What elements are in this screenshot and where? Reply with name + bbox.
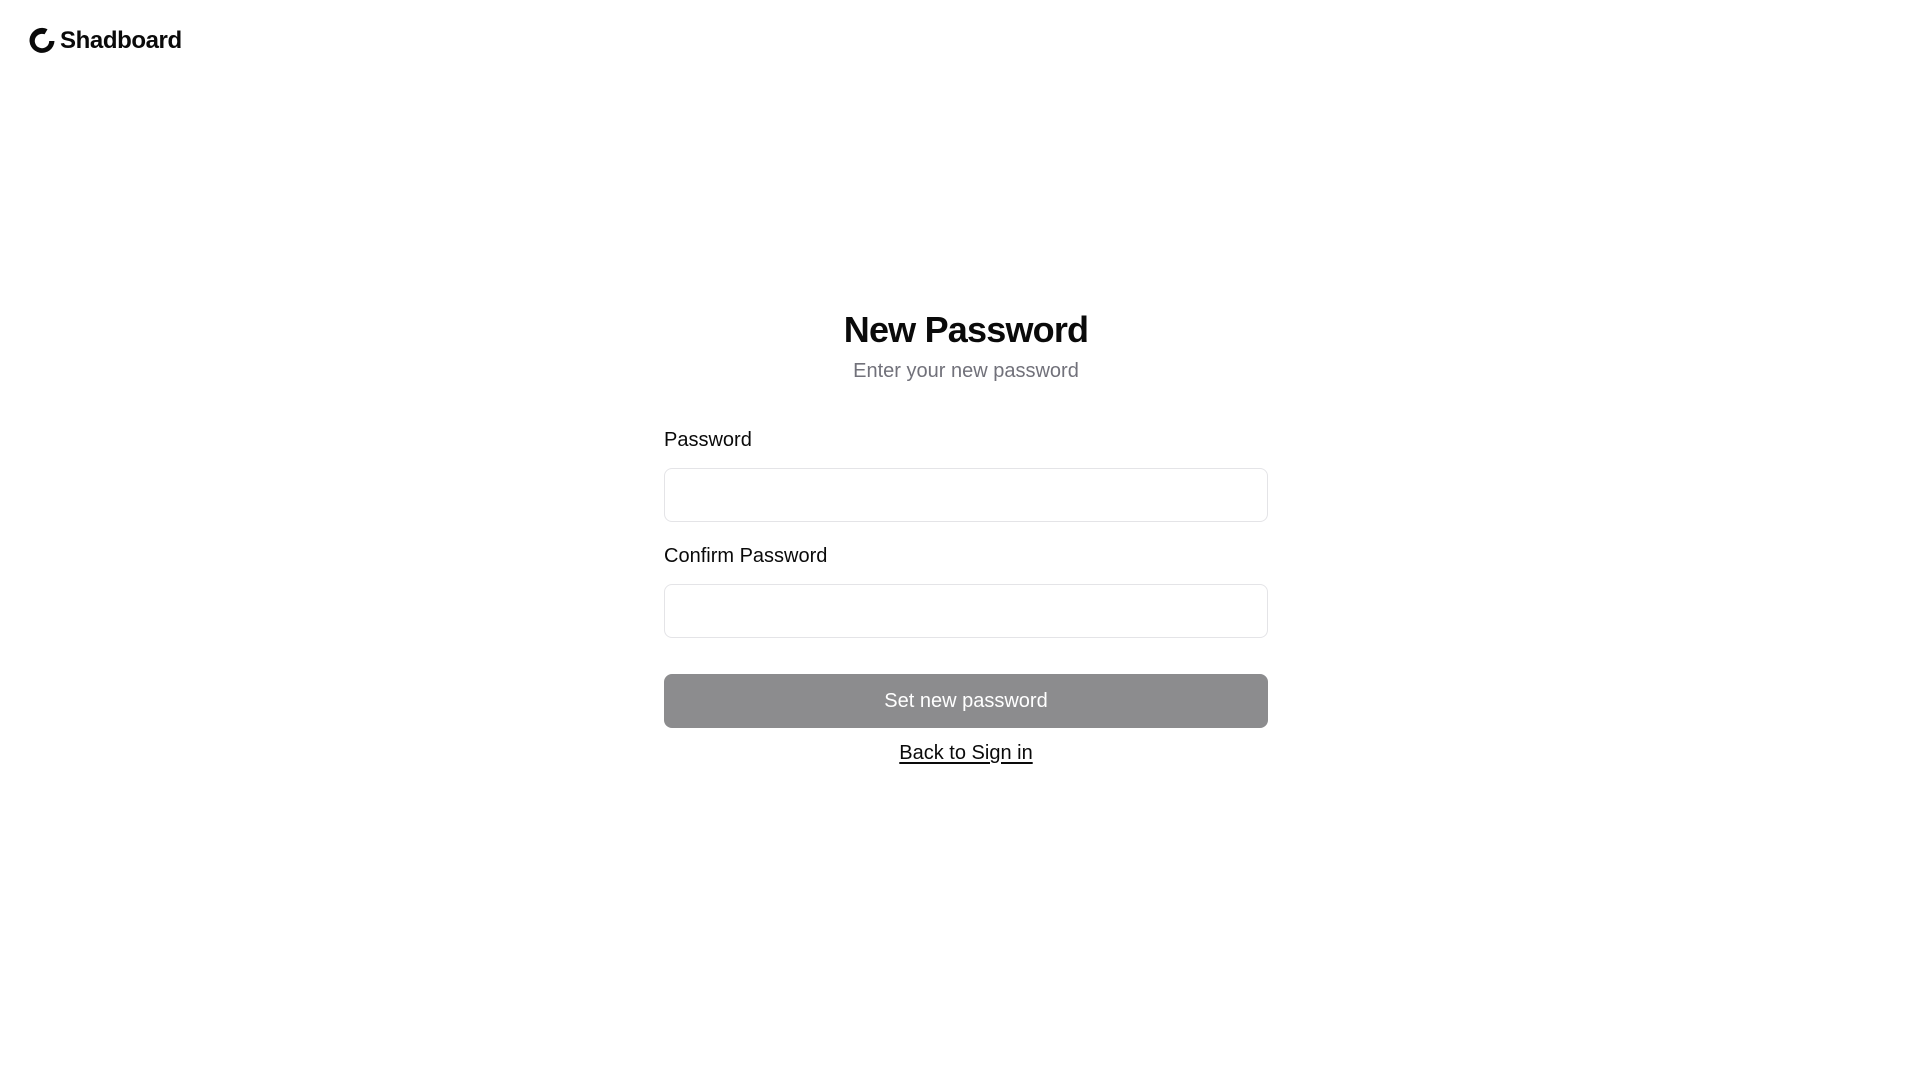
back-link-row: Back to Sign in [664,738,1268,768]
set-new-password-button[interactable]: Set new password [664,674,1268,728]
confirm-password-input[interactable] [664,584,1268,638]
confirm-password-label: Confirm Password [664,545,828,567]
password-label: Password [664,429,752,451]
brand-home-link[interactable]: Shadboard [27,26,182,56]
new-password-page: Shadboard New Password Enter your new pa… [0,0,1920,1080]
brand-name: Shadboard [60,27,182,54]
confirm-password-field-group: Confirm Password [664,542,1268,638]
new-password-form: Password Confirm Password Set new passwo… [664,426,1268,768]
new-password-form-container: New Password Enter your new password Pas… [664,306,1268,768]
page-title: New Password [843,309,1089,350]
password-field-group: Password [664,426,1268,522]
form-heading: New Password Enter your new password [664,306,1268,386]
page-subtitle: Enter your new password [853,360,1079,382]
shadboard-logo-icon [29,27,55,53]
password-input[interactable] [664,468,1268,522]
back-to-sign-in-link[interactable]: Back to Sign in [899,742,1032,764]
